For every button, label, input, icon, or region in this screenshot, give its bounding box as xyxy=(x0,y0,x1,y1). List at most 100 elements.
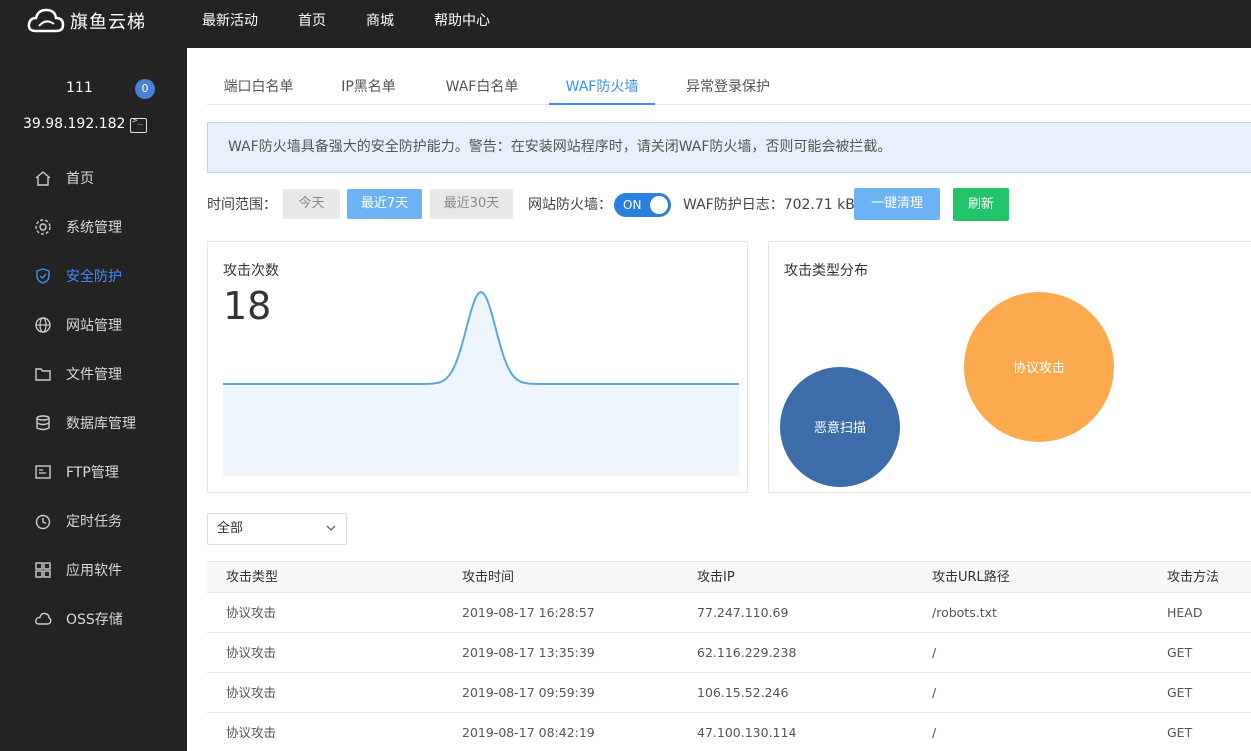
time-range-label: 时间范围： xyxy=(207,197,277,213)
sidebar-item-home[interactable]: 首页 xyxy=(0,158,187,198)
notification-badge[interactable]: 0 xyxy=(135,79,155,99)
attack-type-panel: 攻击类型分布 恶意扫描 协议攻击 xyxy=(768,241,1251,493)
tab-bar: 端口白名单 IP黑名单 WAF白名单 WAF防火墙 异常登录保护 xyxy=(207,70,1251,105)
user-name: 111 xyxy=(66,80,93,96)
attack-count-chart xyxy=(223,290,739,476)
header-attack-ip: 攻击IP xyxy=(697,570,735,585)
attack-count-panel: 攻击次数 18 xyxy=(207,241,748,493)
topnav-help[interactable]: 帮助中心 xyxy=(434,0,490,48)
logo[interactable]: 旗鱼云梯 xyxy=(26,6,146,36)
cell-time: 2019-08-17 09:59:39 xyxy=(462,685,595,700)
sidebar-item-label: 文件管理 xyxy=(66,367,122,383)
sidebar-item-cron[interactable]: 定时任务 xyxy=(0,501,187,541)
sidebar-item-oss[interactable]: OSS存储 xyxy=(0,599,187,639)
cell-type: 协议攻击 xyxy=(226,645,277,660)
cell-ip: 47.100.130.114 xyxy=(697,725,797,740)
cell-method: HEAD xyxy=(1167,605,1203,620)
cell-method: GET xyxy=(1167,645,1193,660)
cell-type: 协议攻击 xyxy=(226,605,277,620)
table-row: 协议攻击 2019-08-17 09:59:39 106.15.52.246 /… xyxy=(207,673,1251,713)
cell-url: /robots.txt xyxy=(932,605,997,620)
clear-log-button[interactable]: 一键清理 xyxy=(854,188,940,220)
attack-type-chart: 恶意扫描 协议攻击 xyxy=(780,292,1114,487)
sidebar-item-websites[interactable]: 网站管理 xyxy=(0,305,187,345)
shield-icon xyxy=(34,267,52,285)
topnav-store[interactable]: 商城 xyxy=(366,0,394,48)
header-attack-method: 攻击方法 xyxy=(1167,570,1220,585)
terminal-icon[interactable] xyxy=(130,116,147,133)
cell-type: 协议攻击 xyxy=(226,725,277,740)
cell-time: 2019-08-17 13:35:39 xyxy=(462,645,595,660)
sidebar-item-label: 安全防护 xyxy=(66,269,122,285)
sidebar-item-security[interactable]: 安全防护 xyxy=(0,256,187,296)
cell-time: 2019-08-17 16:28:57 xyxy=(462,605,595,620)
logo-text: 旗鱼云梯 xyxy=(70,12,146,33)
tab-port-whitelist[interactable]: 端口白名单 xyxy=(207,70,310,105)
table-row: 协议攻击 2019-08-17 16:28:57 77.247.110.69 /… xyxy=(207,593,1251,633)
cell-ip: 106.15.52.246 xyxy=(697,685,789,700)
toggle-knob xyxy=(650,196,668,214)
bubble-label: 恶意扫描 xyxy=(814,420,866,436)
refresh-button[interactable]: 刷新 xyxy=(953,188,1009,221)
folder-icon xyxy=(34,365,52,383)
sidebar-item-label: 首页 xyxy=(66,171,94,187)
sidebar-item-label: OSS存储 xyxy=(66,612,123,628)
globe-icon xyxy=(34,316,52,334)
warning-notice: WAF防火墙具备强大的安全防护能力。警告：在安装网站程序时，请关闭WAF防火墙，… xyxy=(207,122,1251,173)
sidebar-item-label: FTP管理 xyxy=(66,465,119,481)
range-today-button[interactable]: 今天 xyxy=(283,189,340,219)
cell-ip: 62.116.229.238 xyxy=(697,645,797,660)
sidebar-item-label: 系统管理 xyxy=(66,220,122,236)
cell-ip: 77.247.110.69 xyxy=(697,605,789,620)
header-attack-url: 攻击URL路径 xyxy=(932,570,1010,585)
topnav-home[interactable]: 首页 xyxy=(298,0,326,48)
sidebar: 111 0 39.98.192.182 首页 系统管理 安全防护 网站管理 文件… xyxy=(0,48,187,751)
tab-waf-whitelist[interactable]: WAF白名单 xyxy=(429,70,535,105)
sidebar-item-files[interactable]: 文件管理 xyxy=(0,354,187,394)
database-icon xyxy=(34,414,52,432)
sidebar-item-system[interactable]: 系统管理 xyxy=(0,207,187,247)
sidebar-item-label: 网站管理 xyxy=(66,318,122,334)
clock-icon xyxy=(34,512,52,530)
filter-selected-value: 全部 xyxy=(217,521,244,536)
top-bar: 旗鱼云梯 最新活动 首页 商城 帮助中心 xyxy=(0,0,1251,48)
range-7days-button[interactable]: 最近7天 xyxy=(347,189,422,219)
tab-ip-blacklist[interactable]: IP黑名单 xyxy=(325,70,412,105)
cell-time: 2019-08-17 08:42:19 xyxy=(462,725,595,740)
cloud-icon xyxy=(34,610,52,628)
server-ip: 39.98.192.182 xyxy=(23,116,126,132)
header-attack-time: 攻击时间 xyxy=(462,570,515,585)
range-30days-button[interactable]: 最近30天 xyxy=(430,189,513,219)
toggle-state: ON xyxy=(623,198,642,212)
table-header: 攻击类型 攻击时间 攻击IP 攻击URL路径 攻击方法 xyxy=(207,561,1251,593)
cell-url: / xyxy=(932,725,937,740)
ftp-icon xyxy=(34,463,52,481)
tab-waf-firewall[interactable]: WAF防火墙 xyxy=(549,70,655,105)
sidebar-item-label: 应用软件 xyxy=(66,563,122,579)
sidebar-item-apps[interactable]: 应用软件 xyxy=(0,550,187,590)
cell-url: / xyxy=(932,685,937,700)
sidebar-item-database[interactable]: 数据库管理 xyxy=(0,403,187,443)
sidebar-item-ftp[interactable]: FTP管理 xyxy=(0,452,187,492)
topnav-activities[interactable]: 最新活动 xyxy=(202,0,258,48)
cell-url: / xyxy=(932,645,937,660)
sidebar-item-label: 定时任务 xyxy=(66,514,122,530)
tab-login-protection[interactable]: 异常登录保护 xyxy=(673,70,783,105)
header-attack-type: 攻击类型 xyxy=(226,570,279,585)
bubble-label: 协议攻击 xyxy=(1013,361,1065,376)
attack-type-filter[interactable]: 全部 xyxy=(207,513,347,545)
cell-method: GET xyxy=(1167,685,1193,700)
sidebar-item-label: 数据库管理 xyxy=(66,416,136,432)
cell-type: 协议攻击 xyxy=(226,685,277,700)
firewall-label: 网站防火墙： xyxy=(528,197,612,213)
cell-method: GET xyxy=(1167,725,1193,740)
cloud-logo-icon xyxy=(27,8,65,33)
waf-log-size: WAF防护日志：702.71 kB xyxy=(683,197,855,213)
apps-icon xyxy=(34,561,52,579)
firewall-toggle[interactable]: ON xyxy=(614,193,671,217)
chevron-down-icon xyxy=(326,525,336,531)
table-row: 协议攻击 2019-08-17 08:42:19 47.100.130.114 … xyxy=(207,713,1251,751)
table-row: 协议攻击 2019-08-17 13:35:39 62.116.229.238 … xyxy=(207,633,1251,673)
home-icon xyxy=(34,169,52,187)
gear-icon xyxy=(34,218,52,236)
